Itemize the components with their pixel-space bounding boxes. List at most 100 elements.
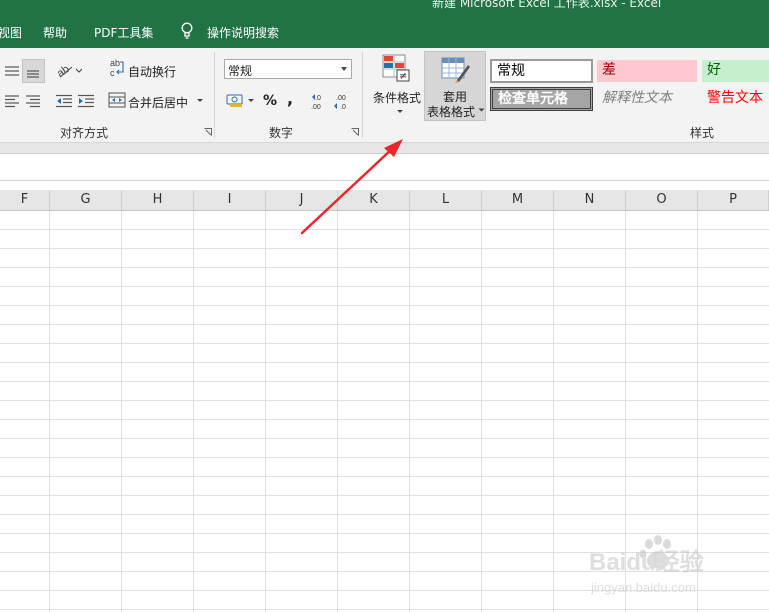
column-header-g[interactable]: G (50, 190, 122, 210)
row-gridline (0, 438, 769, 439)
tab-pdf-tools[interactable]: PDF工具集 (94, 24, 153, 41)
align-bottom-icon (27, 70, 39, 78)
svg-text:ab: ab (110, 58, 120, 68)
alignment-dialog-launcher-icon[interactable] (204, 128, 212, 136)
row-gridline (0, 419, 769, 420)
svg-text:.0: .0 (315, 95, 321, 102)
column-gridline (409, 211, 410, 612)
column-header-n[interactable]: N (554, 190, 626, 210)
column-header-k[interactable]: K (338, 190, 410, 210)
column-gridline (121, 211, 122, 612)
svg-text:.00: .00 (311, 104, 321, 110)
merge-center-button[interactable]: 合并后居中 (128, 94, 188, 111)
column-gridline (49, 211, 50, 612)
wrap-text-icon: ab c (110, 58, 124, 78)
svg-text:c: c (110, 68, 115, 78)
row-gridline (0, 476, 769, 477)
svg-text:≠: ≠ (399, 71, 407, 82)
conditional-formatting-button[interactable]: ≠ 条件格式 (368, 52, 422, 120)
align-middle-icon[interactable] (4, 64, 20, 78)
align-bottom-button[interactable] (22, 59, 45, 83)
ribbon-collapse-strip (0, 143, 769, 154)
row-gridline (0, 229, 769, 230)
watermark-url: jingyan.baidu.com (590, 580, 696, 595)
watermark-brand: Baidu经验 (589, 548, 704, 576)
tab-help[interactable]: 帮助 (43, 24, 67, 41)
wrap-text-button[interactable]: 自动换行 (128, 63, 176, 80)
column-headers: F G H I J K L M N O P (0, 190, 769, 211)
alignment-group-label: 对齐方式 (60, 126, 109, 140)
svg-text:.0: .0 (340, 104, 346, 110)
cell-style-explanatory-text[interactable]: 解释性文本 (597, 88, 697, 110)
ribbon: ab ab c 自动换行 合并后居中 对齐方式 常规 % , .0 .00 .0… (0, 48, 769, 143)
accounting-dropdown-chevron-icon[interactable] (247, 98, 255, 104)
row-gridline (0, 400, 769, 401)
accounting-format-icon[interactable] (226, 92, 246, 108)
column-header-i[interactable]: I (194, 190, 266, 210)
row-gridline (0, 514, 769, 515)
cell-style-normal[interactable]: 常规 (490, 59, 593, 83)
window-title: 新建 Microsoft Excel 工作表.xlsx - Excel (432, 0, 662, 10)
number-format-dropdown[interactable]: 常规 (224, 59, 352, 79)
column-gridline (481, 211, 482, 612)
number-dialog-launcher-icon[interactable] (351, 128, 359, 136)
conditional-formatting-label: 条件格式 (373, 91, 422, 105)
column-header-o[interactable]: O (626, 190, 698, 210)
number-group-label: 数字 (269, 126, 294, 140)
align-right-icon[interactable] (25, 94, 41, 108)
chevron-down-icon (341, 67, 347, 71)
baidu-jingyan-watermark: Baidu经验 jingyan.baidu.com (589, 535, 704, 595)
column-header-m[interactable]: M (482, 190, 554, 210)
merge-dropdown-chevron-icon[interactable] (196, 98, 204, 104)
row-gridline (0, 324, 769, 325)
row-gridline (0, 609, 769, 610)
svg-text:ab: ab (56, 63, 72, 79)
row-gridline (0, 286, 769, 287)
increase-decimal-icon[interactable]: .0 .00 (311, 92, 331, 110)
group-separator (362, 52, 363, 138)
formula-bar-area[interactable] (0, 154, 769, 181)
column-header-l[interactable]: L (410, 190, 482, 210)
row-gridline (0, 343, 769, 344)
cell-style-good[interactable]: 好 (702, 60, 769, 82)
chevron-down-icon (397, 110, 403, 113)
decrease-decimal-icon[interactable]: .00 .0 (334, 92, 354, 110)
cell-style-bad[interactable]: 差 (597, 60, 697, 82)
row-gridline (0, 362, 769, 363)
lightbulb-icon[interactable] (180, 22, 194, 40)
column-header-p[interactable]: P (698, 190, 769, 210)
comma-style-button[interactable]: , (287, 89, 293, 108)
row-gridline (0, 495, 769, 496)
chevron-down-icon (478, 108, 485, 112)
orientation-icon[interactable]: ab (56, 61, 82, 79)
row-gridline (0, 457, 769, 458)
number-format-value: 常规 (228, 64, 253, 78)
column-gridline (265, 211, 266, 612)
tab-view[interactable]: 视图 (0, 24, 22, 41)
tell-me-search[interactable]: 操作说明搜索 (207, 24, 279, 41)
title-and-tab-bar: 新建 Microsoft Excel 工作表.xlsx - Excel 视图 帮… (0, 0, 769, 48)
column-header-h[interactable]: H (122, 190, 194, 210)
cell-style-check-cell[interactable]: 检查单元格 (490, 87, 593, 111)
svg-text:.00: .00 (336, 95, 346, 102)
percent-style-button[interactable]: % (263, 93, 277, 109)
row-gridline (0, 381, 769, 382)
column-gridline (553, 211, 554, 612)
decrease-indent-icon[interactable] (55, 94, 73, 108)
increase-indent-icon[interactable] (77, 94, 95, 108)
conditional-formatting-icon: ≠ (382, 54, 410, 82)
group-separator (214, 52, 215, 138)
row-gridline (0, 305, 769, 306)
styles-group-label: 样式 (690, 126, 715, 140)
column-header-j[interactable]: J (266, 190, 338, 210)
column-header-f[interactable]: F (0, 190, 50, 210)
format-as-table-button[interactable]: 套用 表格格式 (424, 51, 486, 121)
column-gridline (193, 211, 194, 612)
row-gridline (0, 248, 769, 249)
format-as-table-label-line2: 表格格式 (427, 105, 476, 119)
align-left-icon[interactable] (4, 94, 20, 108)
row-gridline (0, 267, 769, 268)
column-gridline (337, 211, 338, 612)
cell-style-warning-text[interactable]: 警告文本 (702, 88, 769, 110)
format-as-table-icon (441, 57, 470, 83)
